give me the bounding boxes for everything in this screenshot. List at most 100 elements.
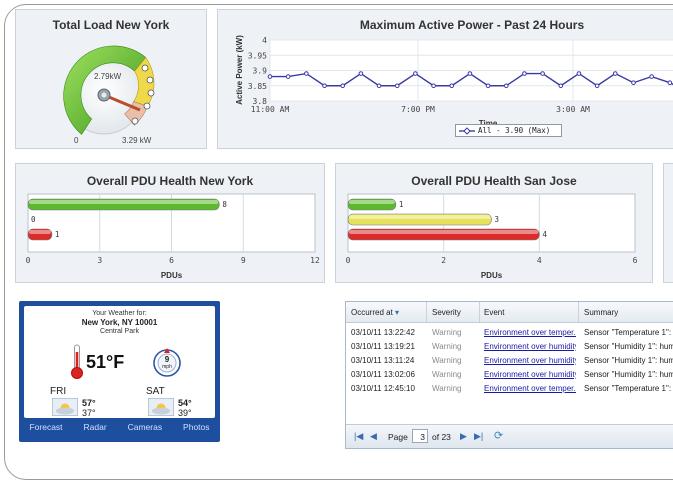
summary-cell: Sensor "Humidity 1": humidity [584, 342, 673, 351]
next-page-icon[interactable]: ▶ [460, 431, 467, 442]
cameras-link[interactable]: Cameras [128, 422, 162, 432]
severity-cell: Warning [432, 328, 462, 337]
gauge-max-label: 3.29 kW [122, 136, 152, 145]
table-row[interactable]: 03/10/11 12:45:10 Warning Environment over… [346, 382, 673, 396]
pdu-sj-bar-highlight [349, 215, 491, 219]
power-data-point [540, 71, 545, 76]
occurred-at-cell: 03/10/11 13:02:06 [351, 370, 415, 379]
forecast-day-sat: SAT [146, 386, 165, 397]
pdu-ny-axis-label: PDUs [161, 271, 183, 280]
forecast-link[interactable]: Forecast [29, 422, 62, 432]
first-page-icon[interactable]: |◀ [354, 431, 363, 442]
table-row[interactable]: 03/10/11 13:11:24 Warning Environment over… [346, 354, 673, 368]
event-link[interactable]: Environment over humidity [484, 356, 576, 365]
event-link[interactable]: Environment over temper... [484, 384, 576, 393]
pdu-sj-bar-chart: 0 2 4 6 PDUs 1 3 4 [346, 193, 638, 280]
third-pdu-panel [663, 163, 673, 283]
pdu-ny-tick-label: 9 [241, 256, 246, 265]
column-severity[interactable]: Severity [432, 308, 472, 317]
event-link[interactable]: Environment over humidity [484, 370, 576, 379]
weather-widget: Your Weather for: New York, NY 10001 Cen… [19, 301, 220, 442]
power-data-point [322, 83, 327, 89]
power-ytick-label: 3.85 [248, 82, 267, 91]
forecast-sat-high: 54° [178, 398, 192, 408]
power-data-point [467, 71, 473, 76]
power-data-point [649, 74, 654, 79]
severity-cell: Warning [432, 384, 462, 393]
pdu-ny-bar-label: 1 [55, 230, 60, 239]
power-data-point [449, 83, 455, 89]
column-event[interactable]: Event [484, 308, 564, 317]
power-data-point [485, 83, 491, 89]
total-load-panel: Total Load New York 2.79kW 0 3.29 kW [15, 9, 207, 149]
occurred-at-cell: 03/10/11 13:11:24 [351, 356, 415, 365]
legend-label: All - 3.90 (Max) [478, 126, 551, 135]
weather-location: New York, NY 10001 [81, 318, 158, 327]
power-legend: All - 3.90 (Max) [455, 124, 562, 137]
pdu-ny-panel: Overall PDU Health New York 0 3 6 9 12 PDUs 8 0… [15, 163, 325, 283]
power-data-point [431, 83, 436, 89]
forecast-fri-high: 57° [82, 398, 96, 408]
sort-desc-icon: ▾ [395, 308, 400, 317]
power-data-point [340, 83, 345, 89]
wind-speed: 9 [164, 355, 170, 364]
pdu-sj-axis-label: PDUs [481, 271, 503, 280]
pdu-sj-bar-highlight [349, 230, 539, 234]
power-xtick-label: 3:00 AM [556, 105, 590, 114]
power-ytick-label: 4 [262, 36, 267, 45]
power-data-point [576, 71, 582, 76]
forecast-day-fri: FRI [50, 386, 67, 397]
pdu-sj-panel: Overall PDU Health San Jose 0 2 4 6 PDUs 1 3 4 [335, 163, 653, 283]
column-occurred-at[interactable]: Occurred at ▾ [351, 308, 421, 317]
weather-header: Your Weather for: [92, 310, 147, 317]
power-data-point [413, 71, 418, 76]
events-header: Occurred at ▾ Severity Event Summary [346, 302, 673, 323]
summary-cell: Sensor "Temperature 1": tem [584, 384, 673, 393]
pdu-ny-bar-label: 8 [222, 200, 227, 209]
power-data-point [267, 74, 273, 79]
events-grid: Occurred at ▾ Severity Event Summary 03/… [345, 301, 673, 449]
pdu-ny-tick-label: 0 [26, 256, 31, 265]
radar-link[interactable]: Radar [84, 422, 107, 432]
severity-cell: Warning [432, 342, 462, 351]
power-data-point [631, 80, 636, 85]
prev-page-icon[interactable]: ◀ [370, 431, 377, 442]
page-label: Page [388, 432, 408, 442]
table-row[interactable]: 03/10/11 13:22:42 Warning Environment over… [346, 326, 673, 340]
power-xtick-label: 11:00 AM [251, 105, 290, 114]
pdu-ny-bar-highlight [29, 200, 219, 204]
page-input[interactable]: 3 [412, 429, 428, 443]
table-row[interactable]: 03/10/11 13:02:06 Warning Environment over… [346, 368, 673, 382]
occurred-at-cell: 03/10/11 12:45:10 [351, 384, 415, 393]
event-link[interactable]: Environment over temper... [484, 328, 576, 337]
occurred-at-cell: 03/10/11 13:22:42 [351, 328, 415, 337]
power-data-point [503, 83, 509, 89]
power-xtick-label: 7:00 PM [401, 105, 435, 114]
pdu-ny-tick-label: 6 [169, 256, 174, 265]
pdu-sj-tick-label: 2 [441, 256, 446, 265]
power-data-point [613, 71, 618, 76]
forecast-fri-low: 37° [82, 408, 96, 418]
summary-cell: Sensor "Humidity 1": humidity [584, 356, 673, 365]
pdu-sj-tick-label: 6 [633, 256, 638, 265]
table-row[interactable]: 03/10/11 13:19:21 Warning Environment over… [346, 340, 673, 354]
power-data-point [358, 71, 364, 76]
pdu-ny-bar-chart: 0 3 6 9 12 PDUs 8 0 1 [26, 193, 320, 280]
column-summary[interactable]: Summary [584, 308, 673, 317]
pdu-ny-tick-label: 12 [310, 256, 320, 265]
dashboard-frame: Total Load New York 2.79kW 0 3.29 kW Max… [4, 4, 673, 480]
power-data-point [522, 71, 527, 76]
last-page-icon[interactable]: ▶| [474, 431, 483, 442]
event-link[interactable]: Environment over humidity [484, 342, 576, 351]
power-data-point [667, 80, 673, 85]
weather-links: Forecast Radar Cameras Photos [19, 422, 220, 432]
power-data-point [594, 83, 600, 89]
photos-link[interactable]: Photos [183, 422, 209, 432]
gauge-min-label: 0 [74, 136, 79, 145]
pdu-sj-tick-label: 0 [346, 256, 351, 265]
power-data-point [394, 83, 400, 89]
refresh-icon[interactable]: ⟳ [494, 429, 503, 442]
power-line-chart: 43.953.93.853.811:00 AM7:00 PM3:00 AMTim… [235, 35, 673, 128]
forecast-sat-low: 39° [178, 408, 192, 418]
weather-card: Your Weather for: New York, NY 10001 Cen… [24, 306, 215, 418]
